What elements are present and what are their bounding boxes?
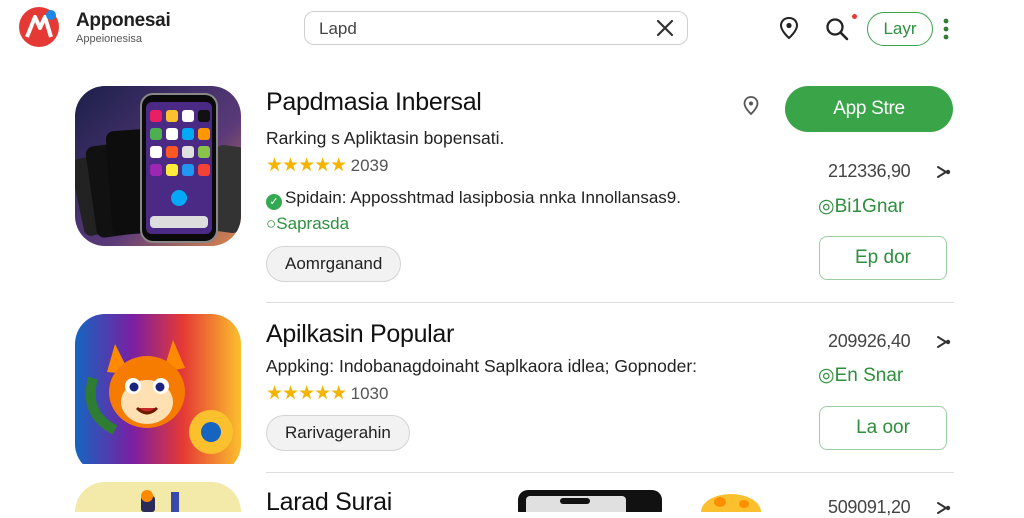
- app-subtitle: Appking: Indobanagdoinaht Saplkaora idle…: [266, 356, 698, 376]
- secondary-button[interactable]: Ep dor: [819, 236, 947, 280]
- search-bar[interactable]: [304, 11, 688, 45]
- close-icon[interactable]: [655, 18, 675, 38]
- app-title[interactable]: Larad Surai: [266, 488, 392, 517]
- divider: [266, 302, 954, 303]
- app-description: ✓ Spidain: Apposshtmad lasipbosia nnka In…: [266, 188, 681, 210]
- rating: ★★★★★ 1030: [266, 382, 388, 405]
- share-icon[interactable]: [934, 333, 952, 351]
- account-button[interactable]: Layr: [867, 12, 933, 46]
- description-text: Spidain: Apposshtmad lasipbosia nnka Inn…: [285, 188, 681, 207]
- mascot-image: [701, 494, 761, 512]
- rating-stars: ★★★★★: [266, 383, 347, 404]
- phone-image: [518, 490, 662, 512]
- location-pin-icon[interactable]: [740, 95, 762, 117]
- app-title[interactable]: Apilkasin Popular: [266, 320, 454, 349]
- status-circle-icon: ○: [266, 214, 277, 233]
- app-number: 212336,90: [828, 161, 911, 181]
- app-thumbnail[interactable]: [75, 482, 241, 512]
- brand-subtitle: Appeionesisa: [76, 33, 143, 45]
- size-label: ◎En Snar: [818, 365, 904, 386]
- search-input[interactable]: [317, 17, 641, 41]
- app-number: 209926,40: [828, 331, 911, 351]
- rating-stars: ★★★★★: [266, 155, 347, 176]
- logo-icon: [19, 7, 59, 47]
- app-thumbnail[interactable]: [75, 86, 241, 246]
- app-store-button[interactable]: App Stre: [785, 86, 953, 132]
- notification-dot: [852, 14, 857, 19]
- secondary-button[interactable]: La oor: [819, 406, 947, 450]
- app-number: 509091,20: [828, 497, 911, 517]
- location-pin-icon[interactable]: [776, 15, 802, 41]
- brand-name: Apponesai: [76, 10, 171, 31]
- circle-icon: ◎: [818, 196, 835, 217]
- category-tag[interactable]: Aomrganand: [266, 246, 402, 282]
- rating-count: 2039: [350, 156, 389, 175]
- rating-count: 1030: [350, 384, 389, 403]
- circle-icon: ◎: [818, 365, 835, 386]
- size-label: ◎Bi1Gnar: [818, 196, 905, 217]
- app-title[interactable]: Papdmasia Inbersal: [266, 88, 482, 117]
- app-subtitle: Rarking s Apliktasin bopensati.: [266, 128, 505, 148]
- more-vert-icon[interactable]: [940, 16, 952, 42]
- check-icon: ✓: [266, 194, 282, 210]
- category-tag[interactable]: Rarivagerahin: [266, 415, 410, 451]
- rating: ★★★★★ 2039: [266, 154, 388, 177]
- share-icon[interactable]: [934, 499, 952, 517]
- app-thumbnail[interactable]: [75, 314, 241, 474]
- divider: [266, 472, 954, 473]
- search-icon[interactable]: [824, 16, 850, 42]
- status-text: ○Saprasda: [266, 214, 350, 233]
- share-icon[interactable]: [934, 163, 952, 181]
